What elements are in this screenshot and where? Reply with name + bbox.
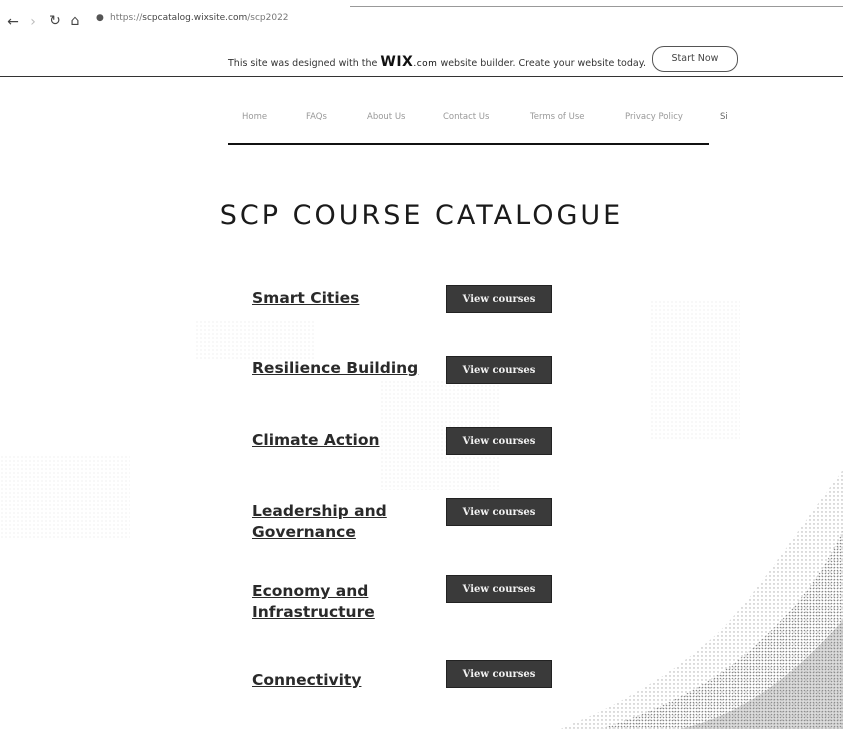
banner-text-before: This site was designed with the	[228, 58, 381, 69]
dot-pattern-corner	[560, 470, 843, 729]
address-bar[interactable]: https://scpcatalog.wixsite.com/scp2022	[110, 13, 289, 23]
view-courses-button-smart-cities[interactable]: View courses	[446, 285, 552, 313]
url-prefix: https://	[110, 13, 143, 23]
dot-texture-upper-left	[195, 320, 315, 360]
nav-item-faqs[interactable]: FAQs	[306, 112, 327, 122]
back-arrow-icon[interactable]: ←	[4, 14, 22, 30]
lock-icon: ●	[96, 13, 104, 23]
view-courses-button-economy-and-infrastructure[interactable]: View courses	[446, 575, 552, 603]
course-link-resilience-building[interactable]: Resilience Building	[252, 358, 437, 379]
page-title: SCP COURSE CATALOGUE	[219, 200, 624, 231]
wix-logo-suffix: .com	[413, 59, 438, 69]
dot-texture-right	[650, 300, 740, 440]
nav-underline	[228, 143, 709, 145]
dot-texture-left	[0, 455, 130, 540]
nav-item-privacy-policy[interactable]: Privacy Policy	[625, 112, 683, 122]
nav-item-home[interactable]: Home	[242, 112, 267, 122]
course-link-connectivity[interactable]: Connectivity	[252, 670, 437, 691]
url-host: scpcatalog.wixsite.com	[142, 13, 248, 23]
view-courses-button-connectivity[interactable]: View courses	[446, 660, 552, 688]
forward-arrow-icon[interactable]: ›	[24, 14, 42, 30]
wix-logo-text: WIX	[380, 54, 414, 70]
wix-banner-text: This site was designed with the WIX.com …	[228, 54, 646, 70]
view-courses-button-leadership-and-governance[interactable]: View courses	[446, 498, 552, 526]
view-courses-button-resilience-building[interactable]: View courses	[446, 356, 552, 384]
course-link-smart-cities[interactable]: Smart Cities	[252, 288, 437, 309]
nav-item-about-us[interactable]: About Us	[367, 112, 405, 122]
toolbar-divider	[350, 6, 843, 7]
nav-item-contact-us[interactable]: Contact Us	[443, 112, 489, 122]
home-icon[interactable]: ⌂	[66, 13, 84, 29]
url-path: /scp2022	[247, 13, 289, 23]
course-link-climate-action[interactable]: Climate Action	[252, 430, 437, 451]
view-courses-button-climate-action[interactable]: View courses	[446, 427, 552, 455]
nav-item-more[interactable]: Si	[720, 112, 728, 122]
banner-text-after: website builder. Create your website tod…	[437, 58, 647, 69]
wix-logo[interactable]: WIX.com	[380, 54, 437, 70]
course-link-leadership-and-governance[interactable]: Leadership and Governance	[252, 501, 402, 543]
reload-icon[interactable]: ↻	[46, 13, 64, 29]
start-now-button[interactable]: Start Now	[652, 46, 738, 72]
course-link-economy-and-infrastructure[interactable]: Economy and Infrastructure	[252, 581, 402, 623]
nav-item-terms-of-use[interactable]: Terms of Use	[530, 112, 585, 122]
